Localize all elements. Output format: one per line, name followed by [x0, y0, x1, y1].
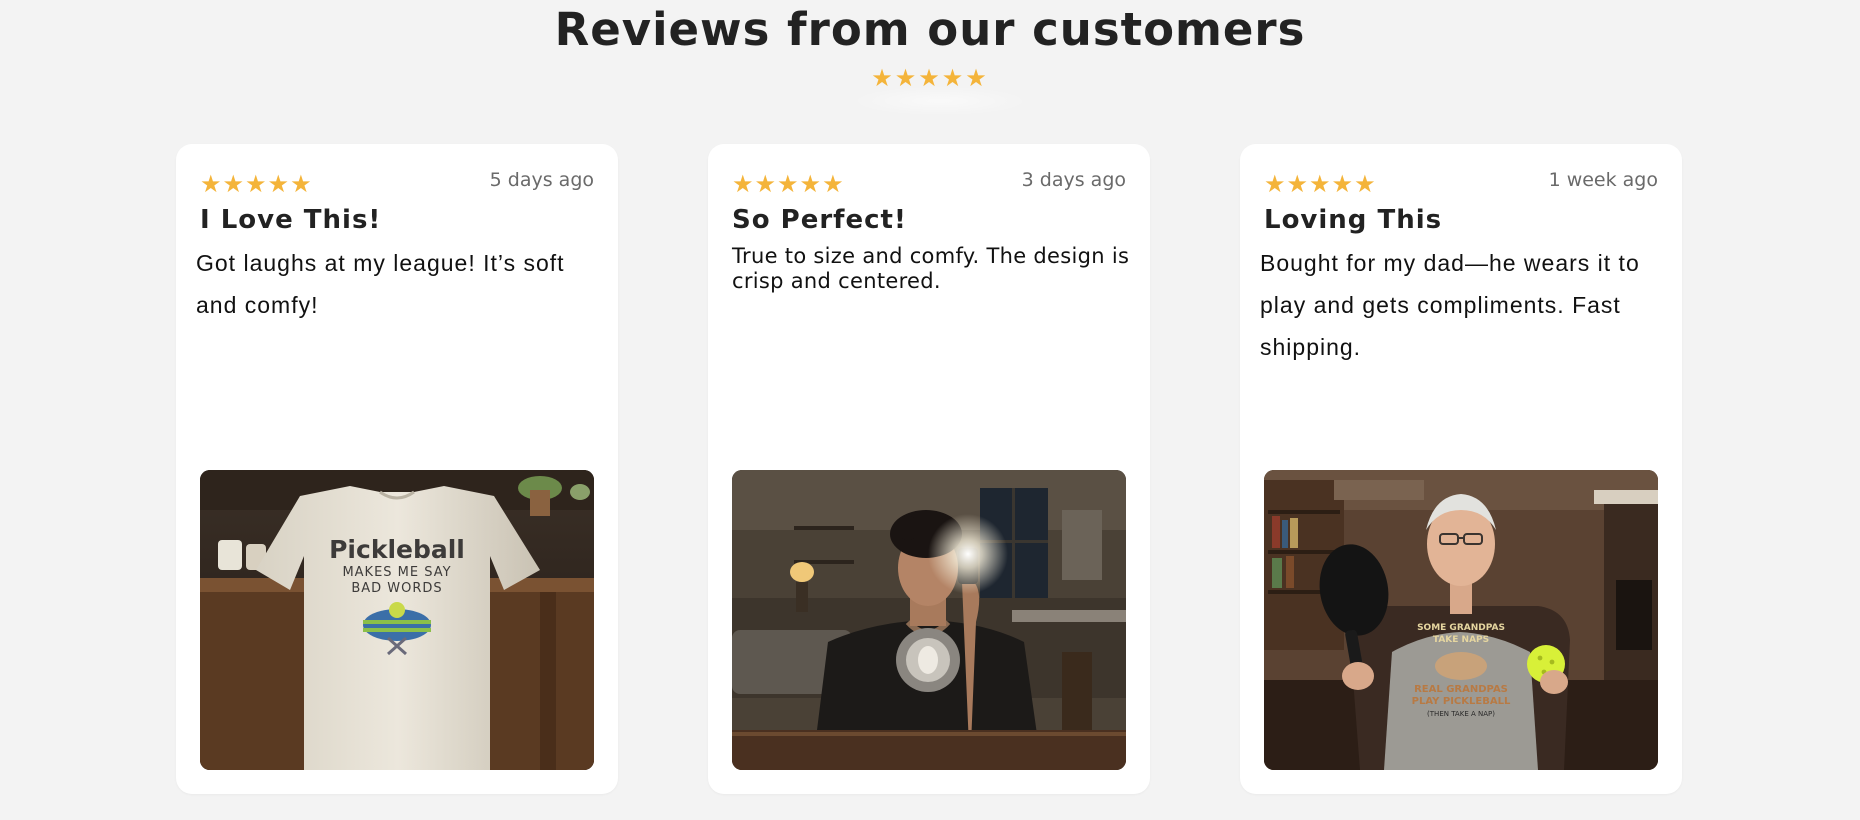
review-title: I Love This! [200, 205, 382, 235]
review-stars: ★★★★★ [1264, 170, 1377, 198]
header-decoration [850, 86, 1030, 116]
shirt-print-line: SOME GRANDPAS [1417, 623, 1505, 633]
review-card: ★★★★★ 1 week ago Loving This Bought for … [1240, 144, 1682, 794]
page-title: Reviews from our customers [554, 3, 1306, 56]
shirt-print-line: Pickleball [329, 535, 465, 564]
review-date: 5 days ago [489, 169, 594, 191]
shirt-print-line: PLAY PICKLEBALL [1412, 696, 1511, 707]
review-text: Bought for my dad—he wears it to play an… [1260, 250, 1640, 360]
review-stars: ★★★★★ [732, 170, 845, 198]
review-text: Got laughs at my league! It’s soft and c… [196, 250, 565, 318]
review-date: 1 week ago [1548, 169, 1658, 191]
review-stars: ★★★★★ [200, 170, 313, 198]
review-title: Loving This [1264, 205, 1443, 235]
review-photo[interactable]: SOME GRANDPAS TAKE NAPS REAL GRANDPAS PL… [1264, 470, 1658, 770]
shirt-print-line: (THEN TAKE A NAP) [1427, 710, 1495, 718]
shirt-print-line: TAKE NAPS [1433, 635, 1489, 645]
review-cards: ★★★★★ 5 days ago I Love This! Got laughs… [176, 144, 1684, 794]
shirt-print-line: REAL GRANDPAS [1414, 684, 1508, 695]
review-date: 3 days ago [1021, 169, 1126, 191]
review-photo[interactable]: Pickleball MAKES ME SAY BAD WORDS [200, 470, 594, 770]
review-title: So Perfect! [732, 205, 907, 235]
review-photo[interactable] [732, 470, 1126, 770]
reviews-header: Reviews from our customers ★★★★★ [0, 0, 1860, 92]
review-card: ★★★★★ 5 days ago I Love This! Got laughs… [176, 144, 618, 794]
shirt-print-line: MAKES ME SAY [342, 565, 451, 580]
shirt-print-line: BAD WORDS [351, 581, 442, 596]
review-text: True to size and comfy. The design is cr… [732, 244, 1130, 293]
review-card: ★★★★★ 3 days ago So Perfect! True to siz… [708, 144, 1150, 794]
